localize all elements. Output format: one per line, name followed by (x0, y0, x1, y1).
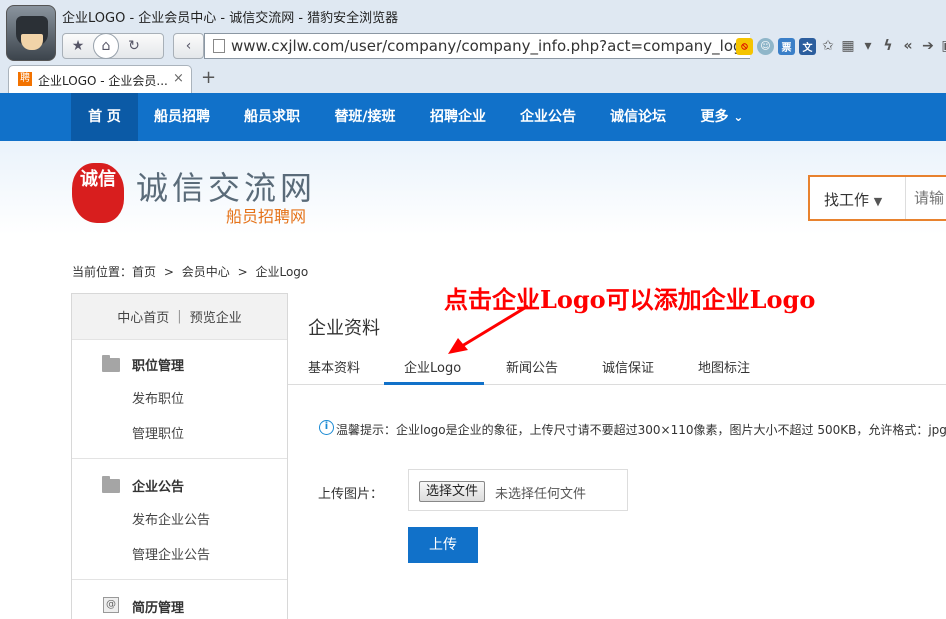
breadcrumb-member-center[interactable]: 会员中心 (182, 265, 230, 279)
tab-favicon-icon: 聘 (18, 72, 32, 86)
window-icon[interactable]: ▣ (940, 38, 946, 55)
nav-item-more[interactable]: 更多 ⌄ (689, 93, 755, 141)
site-header: 诚信 诚信交流网 船员招聘网 找工作 ▼ (0, 141, 946, 251)
new-tab-icon[interactable]: + (201, 67, 216, 88)
choose-file-button[interactable]: 选择文件 (419, 481, 486, 502)
logo-seal[interactable]: 诚信 (72, 163, 124, 223)
nav-item-announcements[interactable]: 企业公告 (509, 93, 587, 141)
sidebar-group-jobs[interactable]: 职位管理 (132, 355, 184, 374)
sidebar-divider (72, 458, 287, 459)
sidebar-center-home-link[interactable]: 中心首页 (117, 307, 169, 326)
sidebar-item-post-job[interactable]: 发布职位 (132, 388, 184, 407)
search-input[interactable] (914, 189, 946, 207)
block-icon[interactable]: ⦸ (736, 37, 753, 55)
breadcrumb: 当前位置：首页 > 会员中心 > 企业Logo (72, 263, 312, 280)
active-tab-indicator (384, 382, 484, 385)
ticket-icon[interactable]: 票 (778, 37, 795, 55)
sidebar-item-manage-jobs[interactable]: 管理职位 (132, 423, 184, 442)
home-icon[interactable]: ⌂ (93, 33, 119, 59)
favorites-icon[interactable]: ✩ (820, 38, 836, 55)
avatar-face-icon (21, 34, 43, 50)
breadcrumb-sep: > (163, 265, 174, 279)
sidebar-group-announcements[interactable]: 企业公告 (132, 476, 184, 495)
tab-map[interactable]: 地图标注 (698, 357, 750, 376)
info-icon: i (319, 420, 334, 435)
page-title: 企业资料 (308, 318, 380, 339)
breadcrumb-current: 企业Logo (255, 265, 309, 279)
file-input-box: 选择文件 未选择任何文件 (408, 469, 628, 511)
sidebar-top-separator: | (177, 309, 182, 324)
tab-title: 企业LOGO - 企业会员... (38, 74, 168, 88)
tab-basic-info[interactable]: 基本资料 (308, 357, 360, 376)
site-nav: 首 页 船员招聘 船员求职 替班/接班 招聘企业 企业公告 诚信论坛 更多 ⌄ (0, 93, 946, 141)
breadcrumb-sep: > (237, 265, 248, 279)
folder-icon (102, 355, 120, 372)
sidebar-top-links: 中心首页 | 预览企业 (72, 294, 287, 340)
member-sidebar: 中心首页 | 预览企业 职位管理 发布职位 管理职位 企业公告 发布企业公告 管… (71, 293, 288, 619)
sidebar-preview-company-link[interactable]: 预览企业 (190, 307, 242, 326)
resume-icon: @ (103, 597, 119, 613)
extension-face-icon[interactable]: ☺ (757, 37, 774, 55)
search-box: 找工作 ▼ (808, 175, 946, 221)
translate-icon[interactable]: 文 (799, 37, 816, 55)
search-divider (905, 177, 906, 219)
search-type-select[interactable]: 找工作 ▼ (824, 189, 882, 210)
nav-item-forum[interactable]: 诚信论坛 (599, 93, 677, 141)
chevron-down-icon: ⌄ (733, 110, 744, 124)
sidebar-item-post-announcement[interactable]: 发布企业公告 (132, 509, 210, 528)
qr-icon[interactable]: ▦ (840, 38, 856, 55)
rewind-icon[interactable]: « (900, 38, 916, 55)
back-icon[interactable]: ‹ (174, 34, 203, 58)
bookmark-star-icon[interactable]: ★ (63, 34, 93, 58)
sidebar-group-resumes[interactable]: 简历管理 (132, 597, 184, 616)
browser-nav-group: ★ ⌂ ↻ (62, 33, 164, 59)
browser-tab[interactable]: 聘 企业LOGO - 企业会员... × (8, 65, 192, 93)
upload-button[interactable]: 上传 (408, 527, 478, 563)
nav-item-crew-recruit[interactable]: 船员招聘 (143, 93, 221, 141)
nav-item-home[interactable]: 首 页 (71, 93, 138, 141)
dropdown-icon[interactable]: ▾ (860, 38, 876, 55)
nav-item-shift[interactable]: 替班/接班 (323, 93, 407, 141)
refresh-icon[interactable]: ↻ (119, 34, 149, 58)
browser-chrome: 企业LOGO - 企业会员中心 - 诚信交流网 - 猎豹安全浏览器 ★ ⌂ ↻ … (0, 0, 946, 93)
user-avatar[interactable] (6, 5, 56, 61)
annotation-arrow-icon (448, 304, 529, 354)
address-bar-tools: ⦸ ☺ 票 文 ✩ ▦ ▾ ϟ « ➔ ▣ (736, 35, 946, 57)
tab-close-icon[interactable]: × (173, 71, 184, 86)
upload-label: 上传图片： (318, 487, 384, 502)
brand-subtitle: 船员招聘网 (226, 207, 307, 226)
page-icon (213, 39, 225, 53)
sidebar-divider (72, 579, 287, 580)
nav-item-crew-jobseek[interactable]: 船员求职 (233, 93, 311, 141)
forward-icon[interactable]: ➔ (920, 38, 936, 55)
address-bar[interactable]: www.cxjlw.com/user/company/company_info.… (204, 33, 750, 59)
lightning-icon[interactable]: ϟ (880, 38, 896, 55)
url-text[interactable]: www.cxjlw.com/user/company/company_info.… (231, 37, 750, 55)
nav-item-companies[interactable]: 招聘企业 (419, 93, 497, 141)
tab-integrity[interactable]: 诚信保证 (602, 357, 654, 376)
window-title: 企业LOGO - 企业会员中心 - 诚信交流网 - 猎豹安全浏览器 (62, 11, 399, 26)
caret-down-icon: ▼ (873, 195, 883, 208)
search-type-label: 找工作 (824, 191, 870, 209)
file-status: 未选择任何文件 (495, 487, 587, 502)
breadcrumb-home[interactable]: 当前位置：首页 (72, 265, 156, 279)
upload-notice: 温馨提示：企业logo是企业的象征，上传尺寸请不要超过300×110像素，图片大… (336, 423, 946, 437)
nav-more-label: 更多 (700, 109, 729, 125)
folder-icon (102, 476, 120, 493)
back-button-group: ‹ (173, 33, 204, 59)
sidebar-item-manage-announcements[interactable]: 管理企业公告 (132, 544, 210, 563)
